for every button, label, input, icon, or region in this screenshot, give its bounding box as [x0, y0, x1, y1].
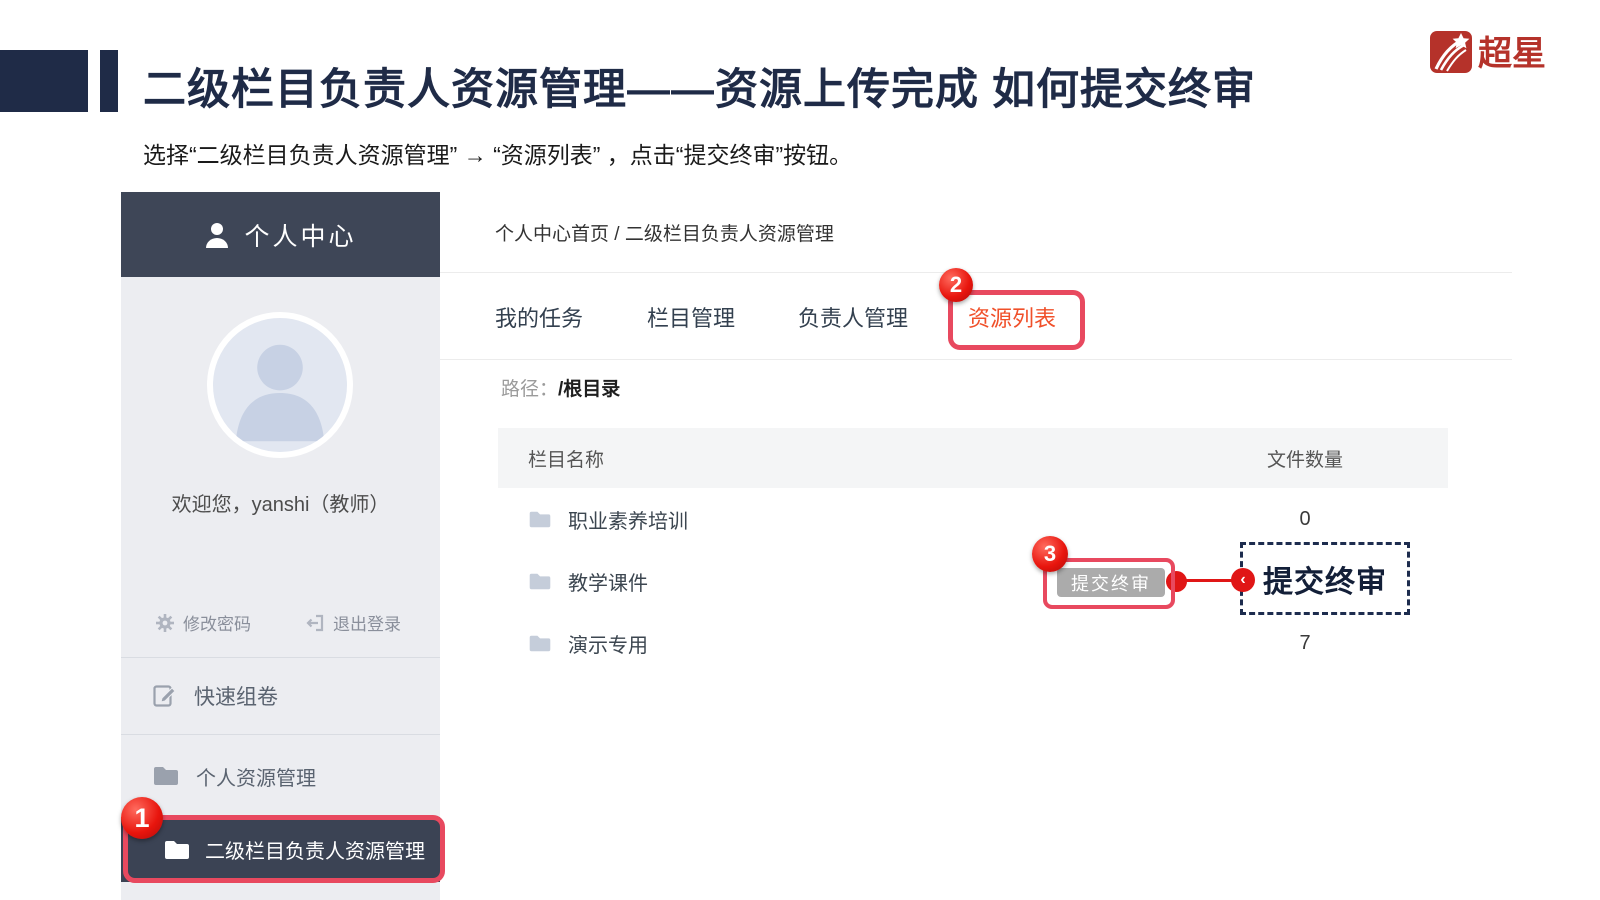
logo-text: 超星 [1478, 35, 1546, 73]
tab-manager-management[interactable]: 负责人管理 [798, 273, 908, 360]
logout-button[interactable]: 退出登录 [305, 610, 401, 635]
account-actions: 修改密码 退出登录 [121, 610, 440, 636]
breadcrumb[interactable]: 个人中心首页 / 二级栏目负责人资源管理 [495, 219, 834, 246]
sidebar-item-label: 个人资源管理 [196, 767, 316, 790]
logout-label: 退出登录 [333, 615, 401, 634]
sidebar-item-label: 快速组卷 [194, 686, 278, 709]
tutorial-slide: 二级栏目负责人资源管理——资源上传完成 如何提交终审 选择“二级栏目负责人资源管… [0, 0, 1600, 900]
callout-chevron-icon: ‹ [1231, 568, 1255, 592]
logout-icon [306, 614, 324, 631]
sidebar: 个人中心 欢迎您，yanshi（教师） 修改密码 退出登录 快速组卷 个人资源管… [121, 192, 440, 900]
title-decor-bar [100, 50, 118, 112]
file-count: 7 [1299, 631, 1311, 654]
column-header-name: 栏目名称 [528, 449, 605, 471]
folder-icon [529, 573, 551, 589]
folder-link[interactable]: 演示专用 [498, 629, 1162, 658]
path-label: 路径： [501, 379, 559, 400]
table-row: 职业素养培训 0 [498, 488, 1448, 550]
breadcrumb-row: 个人中心首页 / 二级栏目负责人资源管理 [440, 192, 1512, 273]
step-badge-2: 2 [939, 268, 973, 302]
column-header-count: 文件数量 [1266, 449, 1343, 471]
step-badge-1: 1 [121, 797, 163, 839]
sidebar-header-title: 个人中心 [244, 222, 357, 251]
user-icon [206, 222, 229, 248]
sidebar-item-quick-paper[interactable]: 快速组卷 [121, 658, 440, 734]
table-row: 演示专用 7 [498, 612, 1448, 674]
highlight-rect-step1 [123, 815, 445, 883]
path-root-link[interactable]: /根目录 [558, 379, 620, 400]
page-title: 二级栏目负责人资源管理——资源上传完成 如何提交终审 [143, 66, 1256, 114]
step-badge-3: 3 [1032, 536, 1068, 572]
tab-my-tasks[interactable]: 我的任务 [495, 273, 583, 360]
folder-icon [529, 635, 551, 651]
folder-name: 演示专用 [568, 634, 648, 657]
title-decor-block [0, 50, 88, 112]
folder-name: 教学课件 [568, 572, 648, 595]
page-subtitle: 选择“二级栏目负责人资源管理” → “资源列表” ，点击“提交终审”按钮。 [143, 142, 853, 168]
folder-icon [152, 765, 180, 787]
tab-section-management[interactable]: 栏目管理 [647, 273, 735, 360]
change-password-button[interactable]: 修改密码 [155, 610, 251, 635]
gear-icon [156, 613, 174, 632]
change-password-label: 修改密码 [183, 615, 251, 634]
folder-icon [529, 511, 551, 527]
path-row: 路径：/根目录 [501, 374, 620, 401]
sidebar-item-personal-resources[interactable]: 个人资源管理 [121, 735, 440, 817]
highlight-rect-step2 [948, 290, 1085, 350]
table-header: 栏目名称 文件数量 [498, 428, 1448, 488]
callout-box: 提交终审 [1240, 542, 1410, 615]
folder-link[interactable]: 职业素养培训 [498, 505, 1162, 534]
folder-name: 职业素养培训 [568, 510, 688, 533]
sidebar-header: 个人中心 [121, 192, 440, 277]
chaoxing-logo: 超星 [1428, 24, 1558, 80]
compose-icon [152, 683, 178, 709]
welcome-text: 欢迎您，yanshi（教师） [171, 494, 390, 516]
file-count: 0 [1299, 507, 1311, 530]
avatar [207, 312, 353, 458]
